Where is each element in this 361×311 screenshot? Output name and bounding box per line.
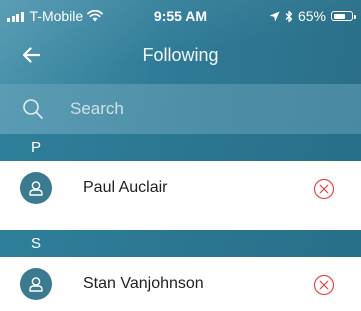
section-letter: S (31, 235, 42, 252)
status-right: 65% (269, 8, 356, 24)
battery-icon (331, 11, 356, 21)
location-arrow-icon (269, 11, 280, 21)
nav-bar: Following (0, 34, 361, 76)
avatar (20, 268, 52, 300)
person-name: Stan Vanjohnson (83, 275, 204, 292)
search-icon (23, 99, 43, 119)
search-input[interactable] (70, 97, 330, 121)
remove-icon[interactable] (313, 178, 335, 200)
section-header-s: S (0, 230, 361, 257)
search-bar[interactable] (0, 84, 361, 134)
header: T-Mobile 9:55 AM 65% Following (0, 0, 361, 84)
list-item[interactable]: Paul Auclair (0, 161, 361, 215)
battery-percent: 65% (297, 8, 326, 24)
person-name: Paul Auclair (83, 179, 168, 196)
section-letter: P (31, 139, 42, 156)
status-bar: T-Mobile 9:55 AM 65% (0, 0, 361, 34)
user-icon (29, 181, 43, 196)
battery-level (333, 13, 345, 19)
avatar (20, 172, 52, 204)
page-title: Following (142, 45, 219, 65)
remove-icon[interactable] (313, 274, 335, 296)
bluetooth-icon (285, 10, 293, 22)
list-item[interactable]: Stan Vanjohnson (0, 257, 361, 311)
section-header-p: P (0, 134, 361, 161)
user-icon (29, 277, 43, 292)
